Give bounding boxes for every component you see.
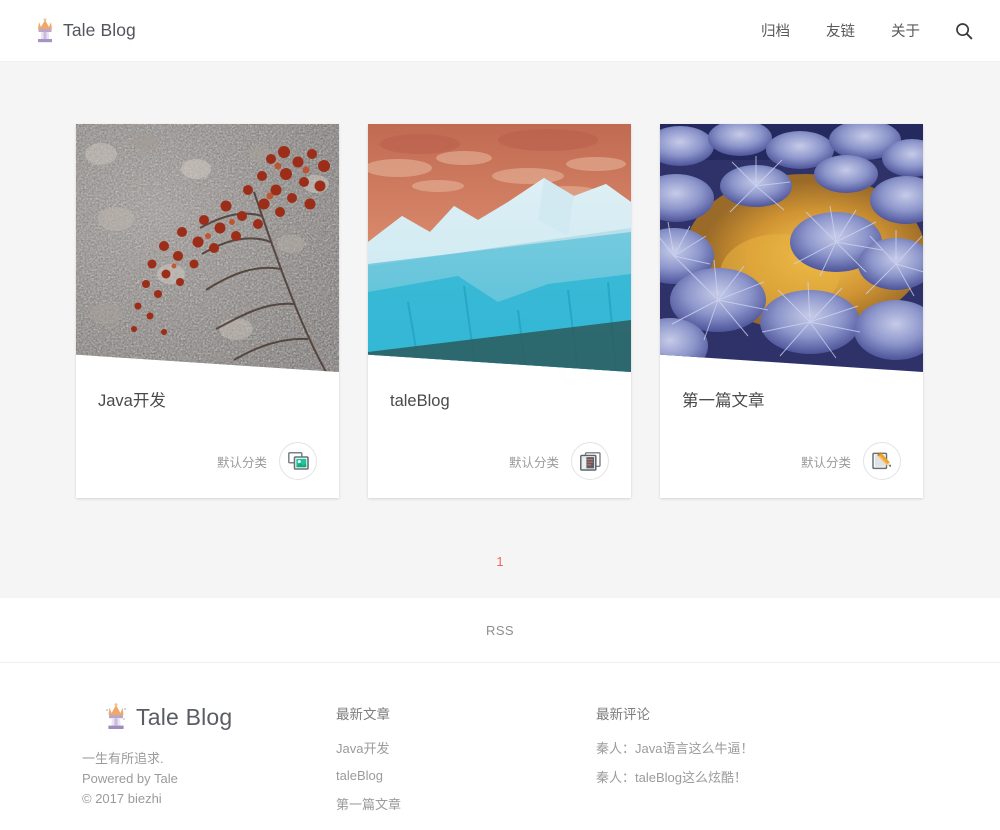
footer-powered-by: Powered by Tale — [82, 771, 178, 787]
footer-latest-posts-column: 最新文章 Java开发 taleBlog 第一篇文章 — [336, 703, 596, 823]
footer-latest-comments-title: 最新评论 — [596, 707, 650, 722]
post-card-body: Java开发 默认分类 — [76, 372, 339, 498]
main-content: Java开发 默认分类 taleBlog 默认分类 第一篇文章 默认分类 1 — [0, 62, 1000, 598]
post-thumbnail-glacier[interactable] — [368, 124, 631, 372]
post-title[interactable]: Java开发 — [98, 390, 317, 413]
list-item: 第一篇文章 — [336, 794, 596, 814]
post-title[interactable]: 第一篇文章 — [682, 390, 901, 413]
rss-bar: RSS — [0, 598, 1000, 663]
post-card-list: Java开发 默认分类 taleBlog 默认分类 第一篇文章 默认分类 — [76, 124, 924, 498]
footer-post-link[interactable]: 第一篇文章 — [336, 797, 401, 812]
footer-post-link[interactable]: Java开发 — [336, 741, 389, 756]
post-category[interactable]: 默认分类 — [217, 452, 267, 471]
list-item: 秦人：taleBlog这么炫酷！ — [596, 767, 924, 787]
nav-archive[interactable]: 归档 — [743, 20, 808, 41]
site-footer: Tale Blog 一生有所追求. Powered by Tale © 2017… — [0, 663, 1000, 830]
pagination: 1 — [76, 498, 924, 571]
windows-stack-icon — [571, 442, 609, 480]
nav-links[interactable]: 友链 — [808, 20, 873, 41]
site-brand[interactable]: Tale Blog — [34, 17, 136, 44]
footer-brand[interactable]: Tale Blog — [104, 703, 336, 731]
list-item: taleBlog — [336, 767, 596, 785]
footer-comment-link[interactable]: 秦人：taleBlog这么炫酷！ — [596, 770, 747, 785]
main-nav: 归档 友链 关于 — [743, 19, 976, 43]
post-card-body: taleBlog 默认分类 — [368, 372, 631, 498]
post-card-body: 第一篇文章 默认分类 — [660, 372, 923, 498]
post-card[interactable]: Java开发 默认分类 — [76, 124, 339, 498]
footer-copyright: © 2017 biezhi — [82, 791, 162, 807]
search-icon[interactable] — [952, 19, 976, 43]
post-thumbnail-frost-grass[interactable] — [660, 124, 923, 372]
list-item: Java开发 — [336, 738, 596, 758]
pencil-edit-icon — [863, 442, 901, 480]
footer-post-link[interactable]: taleBlog — [336, 768, 383, 783]
post-card-footer: 默认分类 — [390, 442, 609, 498]
rss-link[interactable]: RSS — [486, 623, 514, 638]
footer-about-column: Tale Blog 一生有所追求. Powered by Tale © 2017… — [76, 703, 336, 823]
footer-latest-comments-column: 最新评论 秦人：Java语言这么牛逼！ 秦人：taleBlog这么炫酷！ — [596, 703, 924, 823]
post-title[interactable]: taleBlog — [390, 390, 609, 413]
trophy-icon — [34, 17, 56, 44]
footer-tagline: 一生有所追求. — [82, 751, 164, 766]
cards-container: Java开发 默认分类 taleBlog 默认分类 第一篇文章 默认分类 1 — [76, 124, 924, 571]
post-card[interactable]: taleBlog 默认分类 — [368, 124, 631, 498]
post-card-footer: 默认分类 — [682, 442, 901, 498]
footer-latest-posts-title: 最新文章 — [336, 707, 390, 722]
footer-columns: Tale Blog 一生有所追求. Powered by Tale © 2017… — [76, 703, 924, 823]
list-item: 秦人：Java语言这么牛逼！ — [596, 738, 924, 758]
trophy-icon — [104, 703, 128, 731]
footer-brand-label: Tale Blog — [136, 703, 233, 730]
site-header: Tale Blog 归档 友链 关于 — [0, 0, 1000, 62]
photo-icon — [279, 442, 317, 480]
post-card-footer: 默认分类 — [98, 442, 317, 498]
post-category[interactable]: 默认分类 — [801, 452, 851, 471]
post-card[interactable]: 第一篇文章 默认分类 — [660, 124, 923, 498]
site-brand-label: Tale Blog — [63, 20, 136, 40]
footer-comment-link[interactable]: 秦人：Java语言这么牛逼！ — [596, 741, 753, 756]
nav-about[interactable]: 关于 — [873, 20, 938, 41]
footer-latest-comments-list: 秦人：Java语言这么牛逼！ 秦人：taleBlog这么炫酷！ — [596, 738, 924, 787]
post-thumbnail-red-berries[interactable] — [76, 124, 339, 372]
footer-latest-posts-list: Java开发 taleBlog 第一篇文章 — [336, 738, 596, 814]
post-category[interactable]: 默认分类 — [509, 452, 559, 471]
pagination-page-1[interactable]: 1 — [496, 554, 503, 569]
